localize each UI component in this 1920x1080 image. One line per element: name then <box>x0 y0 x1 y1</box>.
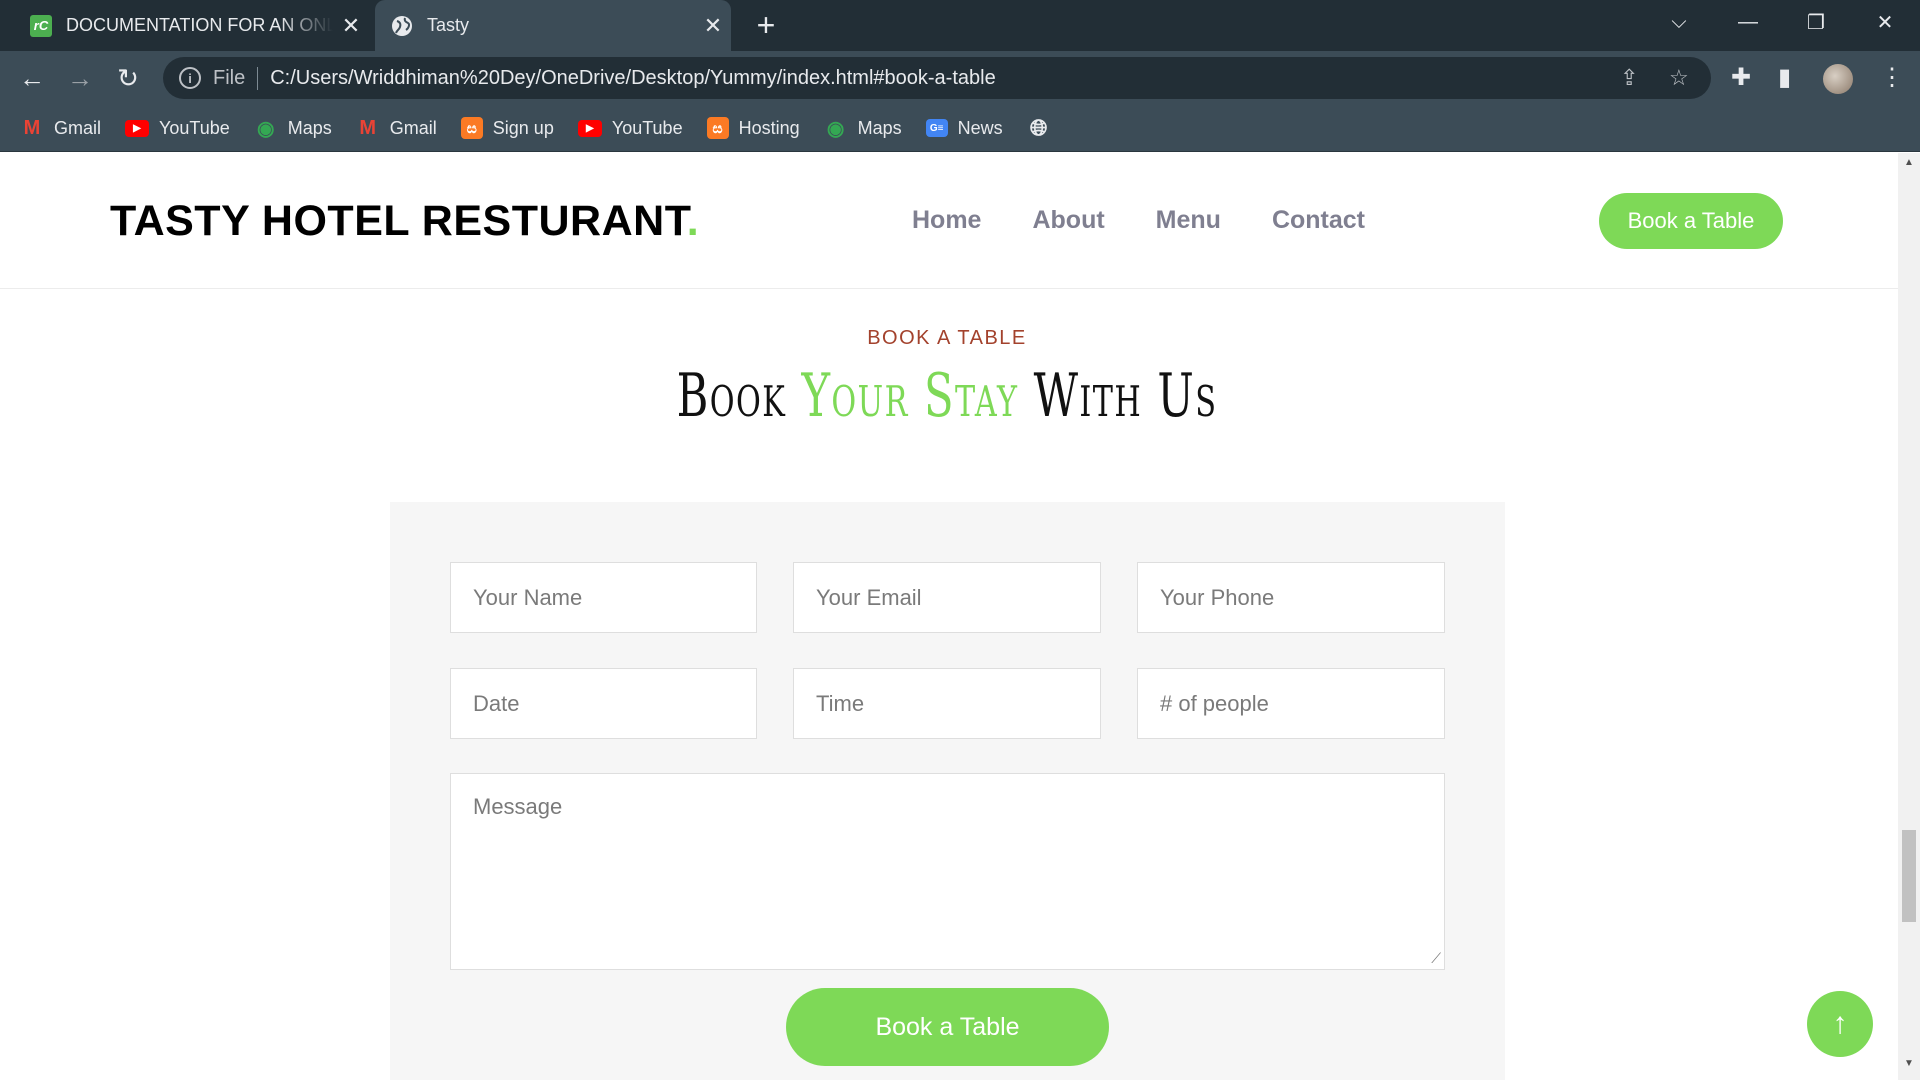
nav-contact[interactable]: Contact <box>1272 206 1365 235</box>
name-field[interactable]: Your Name <box>450 562 757 633</box>
logo-dot: . <box>686 197 700 245</box>
window-close-icon[interactable]: ✕ <box>1855 0 1915 44</box>
gmail-icon: M <box>359 116 377 139</box>
extensions-icon[interactable]: ✚ <box>1731 63 1751 92</box>
youtube-icon: ▶ <box>577 119 602 137</box>
bookmarks-bar: M Gmail ▶ YouTube ◉ Maps M Gmail ස Sign up ▶ Y… <box>0 105 1920 152</box>
xampp-icon: ස <box>460 117 483 139</box>
close-icon[interactable]: ✕ <box>695 13 731 39</box>
site-info-icon[interactable]: i <box>179 67 201 89</box>
bookmark-label: YouTube <box>159 117 230 138</box>
forward-icon[interactable]: → <box>62 60 98 96</box>
title-end: With Us <box>1018 361 1218 431</box>
bookmark-label: YouTube <box>611 117 683 138</box>
maps-icon: ◉ <box>826 117 845 140</box>
booking-form: Your Name Your Email Your Phone Date Tim… <box>390 502 1505 1080</box>
scroll-top-button[interactable]: ↑ <box>1807 991 1873 1057</box>
bookmark-news[interactable]: G≡ News <box>925 117 1003 139</box>
page-viewport: TASTY HOTEL RESTURANT. Home About Menu C… <box>0 153 1898 1080</box>
menu-icon[interactable]: ⋮ <box>1880 63 1904 92</box>
page-scrollbar[interactable]: ▲ ▼ <box>1898 153 1920 1080</box>
tab-title: DOCUMENTATION FOR AN ONLINE <box>66 15 333 35</box>
bookmark-label: News <box>957 117 1003 138</box>
tab-title: Tasty <box>427 15 470 35</box>
bookmark-label: Gmail <box>54 117 102 138</box>
share-icon[interactable]: ⇪ <box>1620 65 1638 91</box>
globe-icon: 🌐︎ <box>1029 115 1048 140</box>
bookmark-gmail[interactable]: M Gmail <box>20 116 102 139</box>
section-title: Book Your Stay With Us <box>265 361 1629 431</box>
bookmark-hosting[interactable]: ස Hosting <box>706 117 800 139</box>
bookmark-gmail[interactable]: M Gmail <box>356 116 437 139</box>
date-field[interactable]: Date <box>450 668 757 739</box>
back-icon[interactable]: ← <box>14 60 50 96</box>
phone-field[interactable]: Your Phone <box>1137 562 1445 633</box>
tab-search-icon[interactable]: ⌵ <box>1649 0 1709 44</box>
section-subtitle: BOOK A TABLE <box>867 327 1027 349</box>
xampp-icon: ස <box>706 117 729 139</box>
bookmark-youtube[interactable]: ▶ YouTube <box>577 117 683 139</box>
address-bar[interactable]: i File C:/Users/Wriddhiman%20Dey/OneDriv… <box>163 57 1711 99</box>
book-table-header-button[interactable]: Book a Table <box>1599 193 1783 249</box>
bookmark-sign-up[interactable]: ස Sign up <box>460 117 554 139</box>
minimize-icon[interactable]: — <box>1718 0 1778 44</box>
resize-grip-icon[interactable]: ⟋ <box>1431 950 1441 967</box>
message-textarea[interactable]: Message ⟋ <box>450 773 1445 970</box>
rc-favicon-icon: rC <box>30 14 52 37</box>
main-nav: Home About Menu Contact <box>912 206 1416 235</box>
email-field[interactable]: Your Email <box>793 562 1101 633</box>
tab-documentation[interactable]: rC DOCUMENTATION FOR AN ONLINE ✕ <box>14 0 369 51</box>
side-panel-icon[interactable]: ▮ <box>1778 63 1791 92</box>
globe-icon <box>391 15 413 37</box>
message-placeholder: Message <box>473 794 563 819</box>
bookmark-youtube[interactable]: ▶ YouTube <box>125 118 230 139</box>
scroll-down-icon[interactable]: ▼ <box>1898 1058 1920 1076</box>
bookmark-label: Hosting <box>738 117 800 138</box>
tab-tasty[interactable]: Tasty ✕ <box>375 0 731 51</box>
gmail-icon: M <box>23 116 41 139</box>
logo-text: TASTY HOTEL RESTURANT <box>110 197 687 245</box>
bookmark-label: Maps <box>287 117 332 138</box>
scroll-up-icon[interactable]: ▲ <box>1898 157 1920 175</box>
bookmark-web[interactable]: 🌐︎ <box>1027 115 1061 140</box>
reload-icon[interactable]: ↻ <box>110 60 146 96</box>
browser-toolbar: ← → ↻ i File C:/Users/Wriddhiman%20Dey/O… <box>0 51 1920 105</box>
nav-menu[interactable]: Menu <box>1156 206 1221 235</box>
bookmark-label: Gmail <box>389 117 437 138</box>
news-icon: G≡ <box>925 119 948 137</box>
book-table-submit-button[interactable]: Book a Table <box>786 988 1109 1066</box>
close-icon[interactable]: ✕ <box>333 13 369 39</box>
bookmark-maps[interactable]: ◉ Maps <box>824 117 902 140</box>
restore-icon[interactable]: ❐ <box>1786 0 1846 44</box>
youtube-icon: ▶ <box>125 119 150 137</box>
address-scheme: File <box>213 66 259 90</box>
time-field[interactable]: Time <box>793 668 1101 739</box>
nav-home[interactable]: Home <box>912 206 981 235</box>
bookmark-label: Sign up <box>492 117 554 138</box>
title-accent: Your Stay <box>801 361 1019 431</box>
arrow-up-icon: ↑ <box>1832 1007 1848 1040</box>
nav-about[interactable]: About <box>1032 206 1104 235</box>
site-header: TASTY HOTEL RESTURANT. Home About Menu C… <box>0 153 1898 289</box>
bookmark-star-icon[interactable]: ☆ <box>1669 65 1689 91</box>
bookmark-maps[interactable]: ◉ Maps <box>254 117 332 140</box>
site-logo[interactable]: TASTY HOTEL RESTURANT. <box>110 197 699 246</box>
avatar[interactable] <box>1823 64 1853 94</box>
scrollbar-thumb[interactable] <box>1902 830 1916 922</box>
new-tab-icon[interactable]: + <box>748 8 784 44</box>
address-url[interactable]: C:/Users/Wriddhiman%20Dey/OneDrive/Deskt… <box>270 67 995 90</box>
maps-icon: ◉ <box>257 117 275 140</box>
people-field[interactable]: # of people <box>1137 668 1445 739</box>
bookmark-label: Maps <box>857 117 902 138</box>
tab-strip: rC DOCUMENTATION FOR AN ONLINE ✕ Tasty ✕… <box>0 0 1920 51</box>
title-start: Book <box>676 361 802 431</box>
